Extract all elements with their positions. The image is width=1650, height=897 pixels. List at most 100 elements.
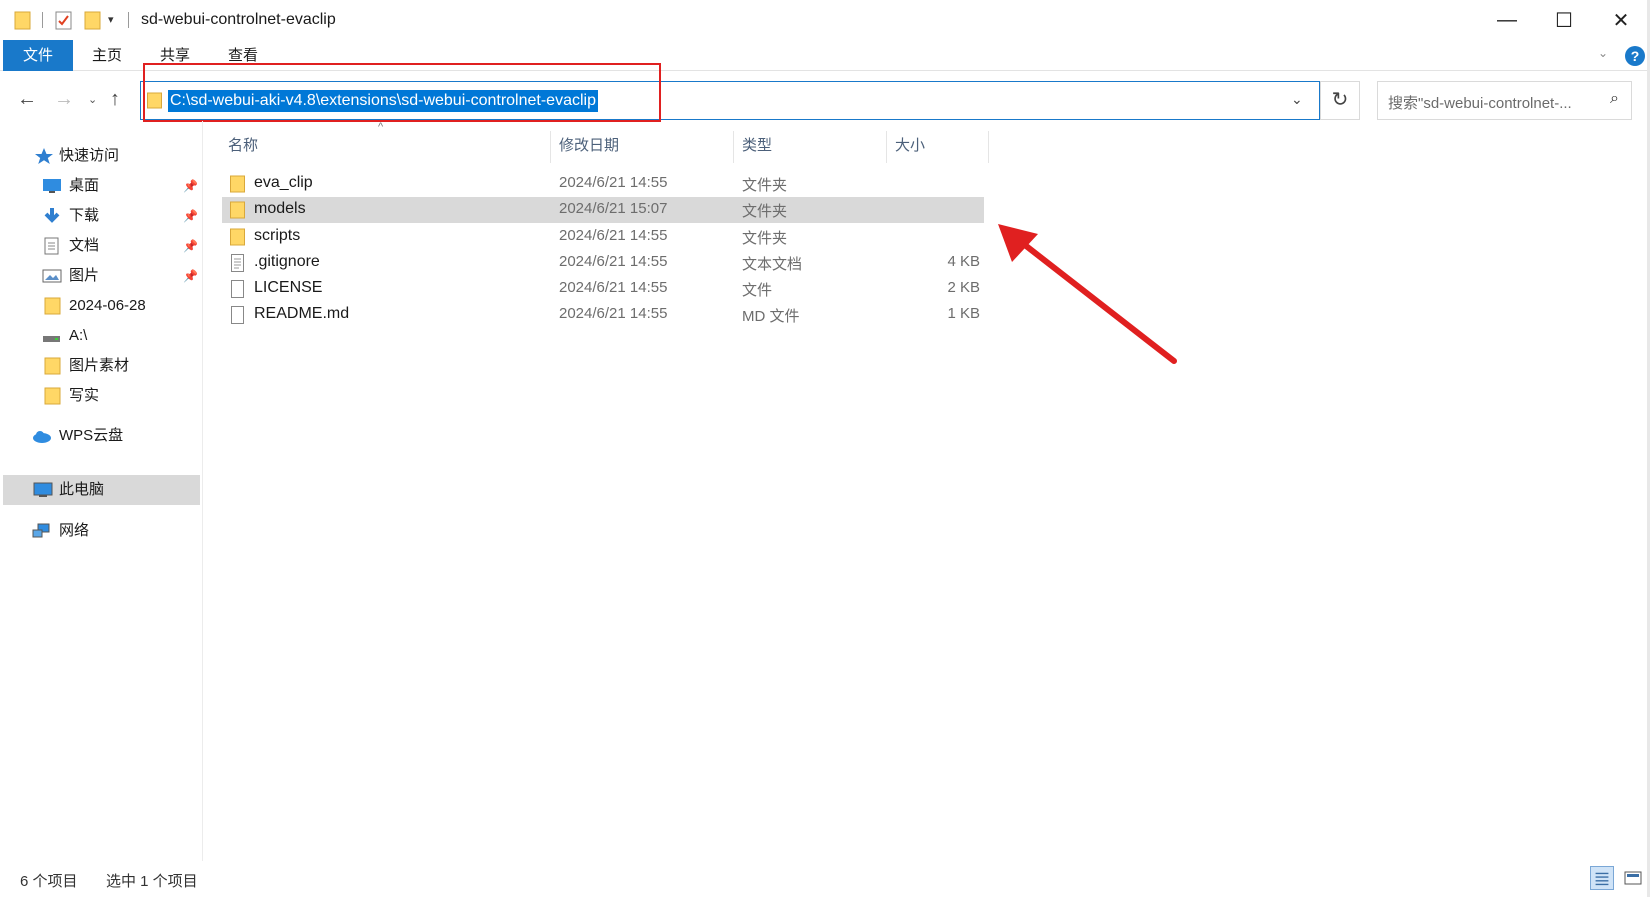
folder-icon[interactable]: [14, 10, 32, 30]
annotation-highlight-box: [143, 63, 661, 122]
file-type: MD 文件: [742, 308, 800, 325]
file-row-selected[interactable]: models 2024/6/21 15:07 文件夹: [222, 197, 984, 223]
tab-file[interactable]: 文件: [3, 40, 73, 71]
address-dropdown-icon[interactable]: ⌄: [1291, 91, 1303, 108]
file-type: 文件夹: [742, 177, 788, 194]
file-type: 文件: [742, 282, 773, 299]
file-size: 1 KB: [947, 305, 980, 322]
file-size: 4 KB: [947, 253, 980, 270]
column-separator[interactable]: [550, 131, 551, 163]
nav-quick-access[interactable]: 快速访问: [0, 141, 203, 171]
nav-item-folder-2024-06-28[interactable]: 2024-06-28: [0, 291, 203, 321]
expand-ribbon-icon[interactable]: ⌄: [1598, 46, 1608, 60]
file-name: .gitignore: [254, 253, 320, 270]
status-selected-count: 选中 1 个项目: [106, 873, 198, 890]
file-date: 2024/6/21 14:55: [559, 279, 668, 296]
close-button[interactable]: ✕: [1592, 0, 1650, 40]
window-title: sd-webui-controlnet-evaclip: [141, 11, 336, 28]
file-type: 文件夹: [742, 230, 788, 247]
recent-locations-icon[interactable]: ⌄: [88, 93, 97, 106]
navigation-pane: 快速访问 桌面 📌 下载 📌 文档 📌 图片 📌 2024-06-28 A:\ …: [0, 121, 203, 861]
file-row[interactable]: eva_clip 2024/6/21 14:55 文件夹: [222, 171, 984, 197]
document-icon: [44, 237, 59, 255]
column-separator[interactable]: [733, 131, 734, 163]
file-name: scripts: [254, 227, 301, 244]
nav-item-label: 图片: [69, 267, 100, 284]
annotation-arrow-icon: [998, 224, 1177, 364]
nav-item-desktop[interactable]: 桌面 📌: [0, 171, 203, 201]
status-bar: 6 个项目 选中 1 个项目: [0, 861, 1650, 897]
column-header-type[interactable]: 类型: [742, 131, 772, 161]
nav-item-label: 2024-06-28: [69, 297, 146, 314]
sort-ascending-icon: ^: [378, 121, 384, 133]
column-separator[interactable]: [988, 131, 989, 163]
nav-item-label: 文档: [69, 237, 100, 254]
cloud-icon: [33, 431, 51, 443]
file-type: 文件夹: [742, 203, 788, 220]
forward-arrow-icon[interactable]: →: [54, 88, 74, 111]
nav-quick-access-label: 快速访问: [59, 147, 120, 164]
file-name: eva_clip: [254, 174, 313, 191]
network-icon: [32, 523, 50, 538]
up-arrow-icon[interactable]: ↑: [110, 88, 120, 111]
star-icon: [35, 148, 53, 164]
file-row[interactable]: .gitignore 2024/6/21 14:55 文本文档 4 KB: [222, 250, 984, 276]
column-header-size[interactable]: 大小: [895, 131, 925, 161]
nav-network[interactable]: 网络: [0, 516, 203, 546]
nav-item-label: A:\: [69, 327, 88, 344]
search-input[interactable]: 搜索"sd-webui-controlnet-...: [1388, 92, 1572, 113]
file-row[interactable]: scripts 2024/6/21 14:55 文件夹: [222, 224, 984, 250]
file-size: 2 KB: [947, 279, 980, 296]
nav-item-pictures[interactable]: 图片 📌: [0, 261, 203, 291]
file-row[interactable]: LICENSE 2024/6/21 14:55 文件 2 KB: [222, 276, 984, 302]
pin-icon[interactable]: 📌: [183, 261, 198, 291]
pin-icon[interactable]: 📌: [183, 171, 198, 201]
file-name: LICENSE: [254, 279, 323, 296]
back-arrow-icon[interactable]: ←: [17, 88, 37, 111]
file-date: 2024/6/21 14:55: [559, 305, 668, 322]
pin-icon[interactable]: 📌: [183, 231, 198, 261]
tab-home[interactable]: 主页: [73, 40, 141, 71]
desktop-icon: [43, 179, 61, 193]
nav-item-drive-a[interactable]: A:\: [0, 321, 203, 351]
properties-icon[interactable]: [55, 10, 73, 30]
details-view-icon[interactable]: [1590, 866, 1614, 890]
folder-icon: [230, 201, 245, 219]
column-separator[interactable]: [886, 131, 887, 163]
file-icon: [231, 306, 244, 324]
search-box[interactable]: 搜索"sd-webui-controlnet-... ⌕: [1377, 81, 1632, 120]
file-date: 2024/6/21 14:55: [559, 253, 668, 270]
nav-item-label: 下载: [69, 207, 100, 224]
search-icon[interactable]: ⌕: [1610, 90, 1619, 108]
nav-network-label: 网络: [59, 522, 90, 539]
file-name: models: [254, 200, 306, 217]
new-folder-icon[interactable]: [84, 10, 102, 30]
nav-item-folder-picture-assets[interactable]: 图片素材: [0, 351, 203, 381]
nav-this-pc[interactable]: 此电脑: [3, 475, 200, 505]
folder-icon: [230, 175, 245, 193]
quick-access-dropdown-icon[interactable]: ▾: [108, 13, 114, 26]
folder-icon: [44, 387, 61, 405]
column-header-name[interactable]: 名称: [228, 131, 258, 161]
nav-wps-cloud[interactable]: WPS云盘: [0, 421, 203, 451]
maximize-button[interactable]: ☐: [1535, 0, 1593, 40]
minimize-button[interactable]: —: [1478, 0, 1536, 40]
folder-icon: [230, 228, 245, 246]
folder-icon: [44, 357, 61, 375]
column-header-date[interactable]: 修改日期: [559, 131, 619, 161]
nav-item-documents[interactable]: 文档 📌: [0, 231, 203, 261]
title-bar: ▾ sd-webui-controlnet-evaclip — ☐ ✕: [0, 0, 1650, 40]
nav-item-downloads[interactable]: 下载 📌: [0, 201, 203, 231]
nav-item-folder-realistic[interactable]: 写实: [0, 381, 203, 411]
pin-icon[interactable]: 📌: [183, 201, 198, 231]
drive-icon: [43, 336, 60, 342]
help-icon[interactable]: ?: [1625, 46, 1645, 66]
file-row[interactable]: README.md 2024/6/21 14:55 MD 文件 1 KB: [222, 302, 984, 328]
folder-icon: [44, 297, 61, 315]
refresh-button[interactable]: ↻: [1320, 81, 1360, 120]
large-icons-view-icon[interactable]: [1621, 866, 1645, 890]
pictures-icon: [42, 269, 62, 283]
separator: [128, 12, 129, 28]
file-icon: [231, 280, 244, 298]
file-type: 文本文档: [742, 256, 803, 273]
